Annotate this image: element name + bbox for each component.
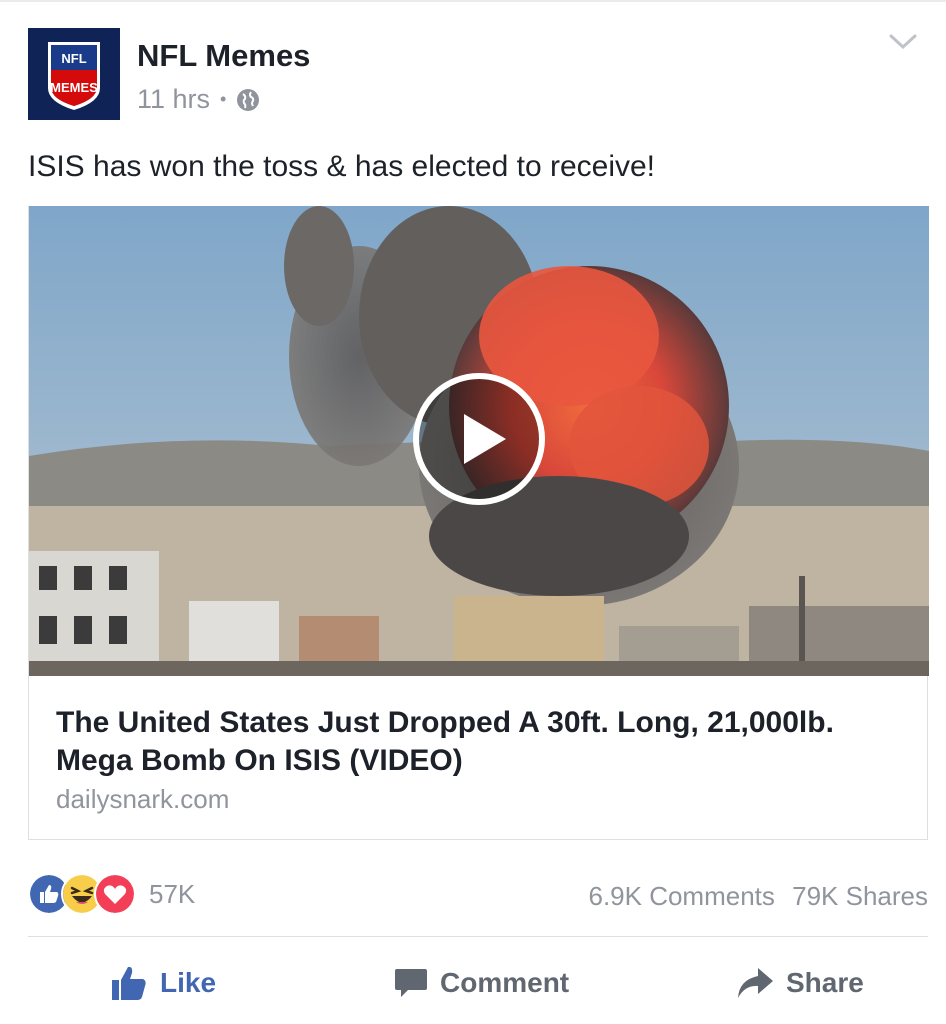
shares-count[interactable]: 79K Shares [792,881,928,911]
post-time[interactable]: 11 hrs [137,84,210,115]
comment-icon [395,969,427,997]
comment-button[interactable]: Comment [394,958,569,1008]
avatar-text-main: MEMES [50,80,98,95]
thumbs-up-icon [112,966,146,1000]
comment-label: Comment [440,967,570,998]
link-title[interactable]: The United States Just Dropped A 30ft. L… [56,704,906,780]
share-label: Share [786,967,864,998]
like-label: Like [160,967,217,998]
share-arrow-icon [738,968,773,998]
post-text: ISIS has won the toss & has elected to r… [28,150,656,183]
reactions-summary[interactable]: 57K [28,873,196,915]
top-border [0,0,946,2]
link-card[interactable]: The United States Just Dropped A 30ft. L… [28,206,929,840]
video-thumbnail[interactable] [29,206,929,676]
link-domain: dailysnark.com [56,784,230,814]
share-button[interactable]: Share [736,958,864,1008]
meta-separator: • [220,89,227,109]
post-header: NFL MEMES NFL Memes 11 hrs • [28,28,918,122]
post-meta: 11 hrs • [137,84,260,115]
like-button[interactable]: Like [110,958,216,1008]
chevron-down-icon[interactable] [888,32,918,52]
engagement-counts: 6.9K Comments 79K Shares [588,881,928,912]
post-stats: 57K 6.9K Comments 79K Shares [28,872,928,916]
nfl-memes-logo: NFL MEMES [28,28,120,120]
love-reaction-icon [94,873,136,915]
avatar[interactable]: NFL MEMES [28,28,120,120]
actions-divider [28,936,928,937]
page-name[interactable]: NFL Memes [137,38,310,74]
play-icon[interactable] [412,372,546,506]
avatar-text-top: NFL [61,51,86,66]
post-actions: Like Comment Share [28,958,928,1008]
reaction-count: 57K [149,878,196,909]
globe-icon [237,88,260,111]
comments-count[interactable]: 6.9K Comments [588,881,774,911]
